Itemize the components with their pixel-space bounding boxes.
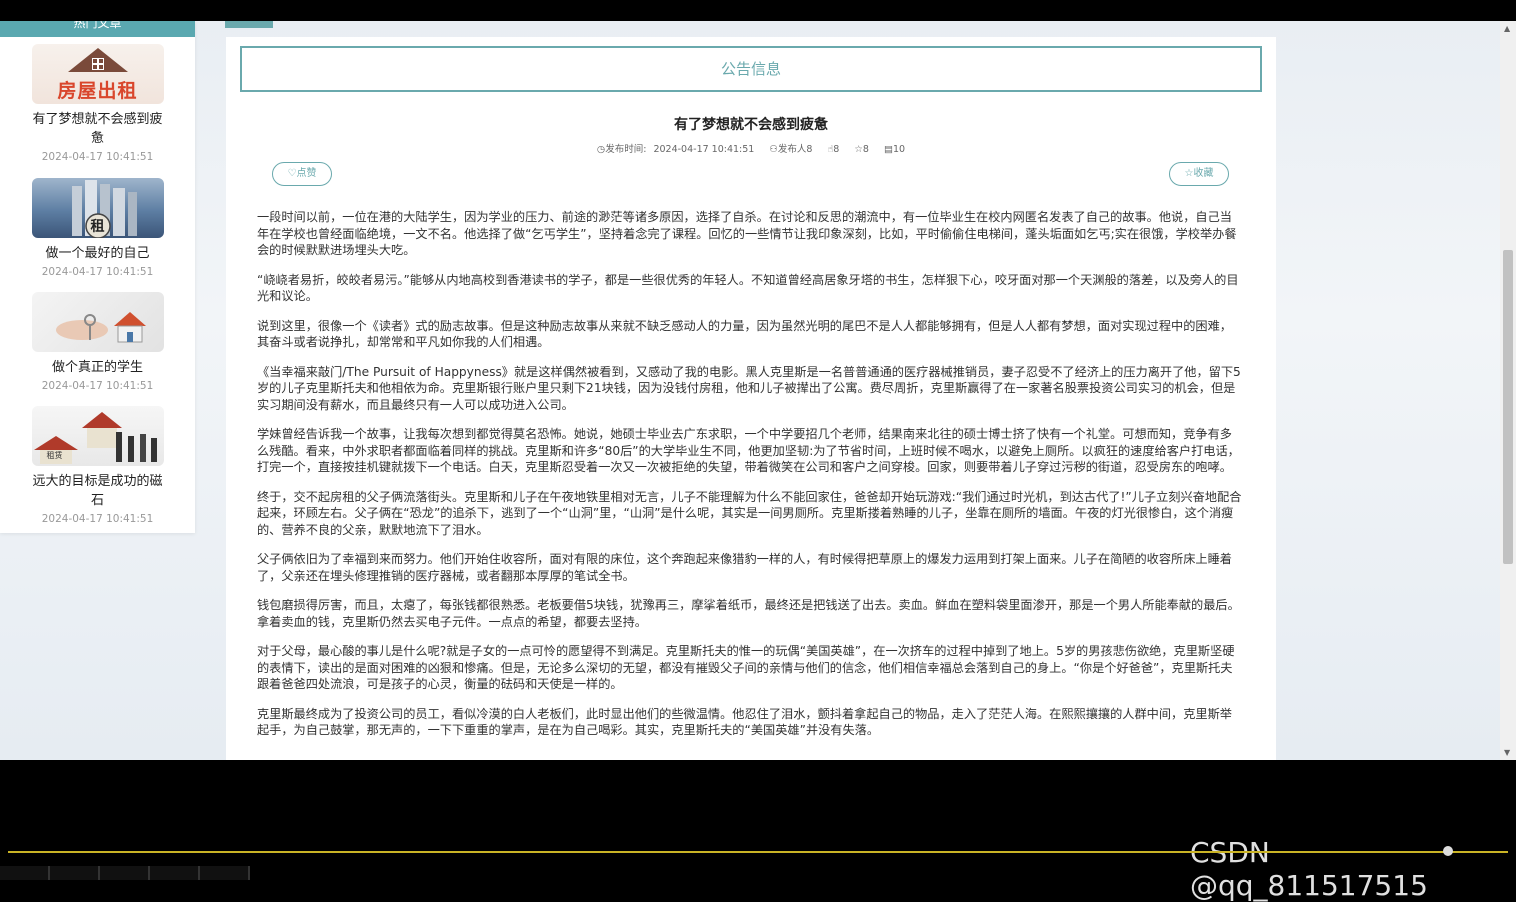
control-button[interactable]: [200, 866, 250, 880]
paragraph: 一段时间以前，一位在港的大陆学生，因为学业的压力、前途的渺茫等诸多原因，选择了自…: [257, 210, 1237, 257]
view-count: ▤10: [883, 144, 906, 155]
control-button[interactable]: [100, 866, 150, 880]
sidebar-item-4[interactable]: 租赁 远大的目标是成功的磁石 2024-04-17 10:41:51: [0, 406, 195, 525]
document-icon: ▤: [883, 144, 893, 155]
like-button[interactable]: ♡点赞: [272, 162, 332, 186]
paragraph: 说到这里，很像一个《读者》式的励志故事。但是这种励志故事从来就不缺乏感动人的力量…: [257, 318, 1232, 350]
key-house-icon: [55, 312, 146, 343]
paragraph: 钱包磨损得厉害，而且，太瘪了，每张钱都很熟悉。老板要借5块钱，犹豫再三，摩挲着纸…: [257, 598, 1240, 629]
thumbnail-image[interactable]: [31, 292, 164, 352]
sidebar-item-1[interactable]: 房屋出租 有了梦想就不会感到疲惫 2024-04-17 10:41:51: [0, 44, 195, 163]
star-icon: ☆: [854, 144, 863, 155]
thumbnail-image[interactable]: 房屋出租: [31, 44, 164, 104]
sidebar-item-title[interactable]: 有了梦想就不会感到疲惫: [0, 110, 195, 148]
article-title: 有了梦想就不会感到疲惫: [674, 117, 828, 133]
control-button[interactable]: [150, 866, 200, 880]
sidebar-item-date: 2024-04-17 10:41:51: [41, 380, 154, 392]
player-controls: [0, 866, 1516, 880]
scroll-up-icon[interactable]: ▲: [1504, 24, 1510, 33]
thumbnail-text: 房屋出租: [57, 80, 138, 102]
section-title: 公告信息: [240, 46, 1262, 92]
sidebar-item-2[interactable]: 租 做一个最好的自己 2024-04-17 10:41:51: [0, 178, 195, 278]
thumbnail-text: 租: [90, 219, 105, 235]
sidebar-item-date: 2024-04-17 10:41:51: [41, 266, 154, 278]
sidebar-header: 热门文章: [0, 21, 195, 37]
scrollbar-thumb[interactable]: [1503, 250, 1513, 564]
article-panel: 公告信息 有了梦想就不会感到疲惫 ◷发布时间: 2024-04-17 10:41…: [226, 37, 1276, 760]
article-meta: ◷发布时间: 2024-04-17 10:41:51 ⚇发布人8 ☝8 ☆8 ▤…: [226, 141, 1276, 155]
paragraph: 《当幸福来敲门/The Pursuit of Happyness》就是这样偶然被…: [257, 364, 1241, 412]
favorite-count: ☆8: [854, 144, 869, 155]
video-player-bar: CSDN @qq_811517515: [0, 760, 1516, 902]
favorite-button[interactable]: ☆收藏: [1169, 162, 1229, 186]
scroll-down-icon[interactable]: ▼: [1504, 748, 1510, 757]
paragraph: 学妹曾经告诉我一个故事，让我每次想到都觉得莫名恐怖。她说，她硕士毕业去广东求职，…: [257, 427, 1240, 474]
sidebar-item-3[interactable]: 做个真正的学生 2024-04-17 10:41:51: [0, 292, 195, 392]
thumbnail-image[interactable]: 租赁: [31, 406, 164, 466]
thumbnail-image[interactable]: 租: [31, 178, 164, 238]
sidebar-item-title[interactable]: 做一个最好的自己: [0, 244, 195, 263]
clock-icon: ◷: [596, 144, 606, 155]
like-count: ☝8: [827, 144, 840, 155]
paragraph: 克里斯最终成为了投资公司的员工，看似冷漠的白人老板们，此时显出他们的些微温情。他…: [257, 706, 1232, 738]
paragraph: 父子俩依旧为了幸福到来而努力。他们开始住收容所，面对有限的床位，这个奔跑起来像猎…: [257, 552, 1232, 583]
sidebar-item-date: 2024-04-17 10:41:51: [41, 151, 154, 163]
thumbnail-text: 租赁: [46, 451, 63, 460]
sidebar-item-title[interactable]: 远大的目标是成功的磁石: [0, 472, 195, 510]
progress-handle[interactable]: [1443, 846, 1453, 856]
control-button[interactable]: [0, 866, 50, 880]
vertical-scrollbar[interactable]: ▲ ▼: [1500, 21, 1516, 760]
sidebar-item-title[interactable]: 做个真正的学生: [0, 358, 195, 377]
sidebar-hot-articles: 热门文章 房屋出租 有了梦想就不会感到疲惫 2024-04-17 10:41:5…: [0, 21, 195, 533]
publish-time: ◷发布时间: 2024-04-17 10:41:51: [596, 144, 755, 155]
paragraph: “峣峣者易折，皎皎者易污。”能够从内地高校到香港读书的学子，都是一些很优秀的年轻…: [257, 272, 1239, 304]
nav-tab-indicator[interactable]: [225, 21, 273, 28]
paragraph: 对于父母，最心酸的事儿是什么呢?就是子女的一点可怜的愿望得不到满足。克里斯托夫的…: [257, 644, 1235, 691]
control-button[interactable]: [50, 866, 100, 880]
paragraph: 终于，交不起房租的父子俩流落街头。克里斯和儿子在午夜地铁里相对无言，儿子不能理解…: [257, 489, 1242, 537]
author: ⚇发布人8: [769, 144, 813, 155]
browser-viewport: 热门文章 房屋出租 有了梦想就不会感到疲惫 2024-04-17 10:41:5…: [0, 21, 1516, 760]
article-content: 一段时间以前，一位在港的大陆学生，因为学业的压力、前途的渺茫等诸多原因，选择了自…: [257, 209, 1243, 752]
sidebar-item-date: 2024-04-17 10:41:51: [41, 513, 154, 525]
window-top-bar: [0, 0, 1516, 21]
progress-bar[interactable]: [8, 851, 1508, 853]
user-icon: ⚇: [769, 144, 778, 155]
